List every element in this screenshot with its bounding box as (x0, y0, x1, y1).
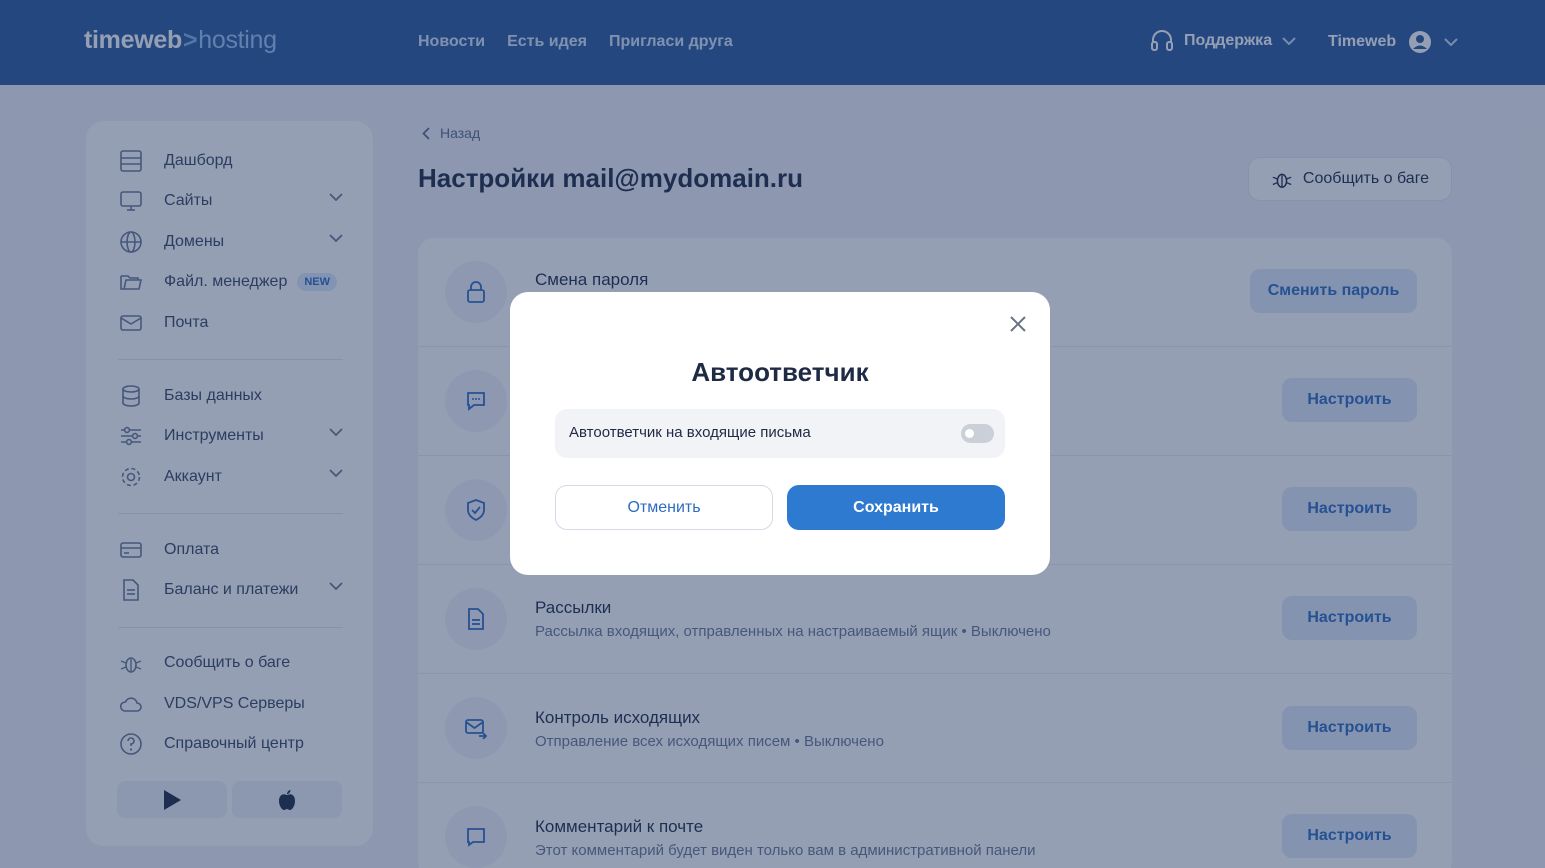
close-icon[interactable] (1008, 314, 1028, 334)
autoresponder-toggle[interactable] (961, 424, 994, 443)
autoresponder-option: Автоответчик на входящие письма (555, 409, 1005, 458)
toggle-knob (965, 429, 974, 438)
modal-title: Автоответчик (691, 357, 869, 387)
cancel-button[interactable]: Отменить (555, 485, 773, 530)
autoresponder-modal: Автоответчик Автоответчик на входящие пи… (510, 292, 1050, 575)
save-button[interactable]: Сохранить (787, 485, 1005, 530)
option-label: Автоответчик на входящие письма (569, 424, 811, 441)
